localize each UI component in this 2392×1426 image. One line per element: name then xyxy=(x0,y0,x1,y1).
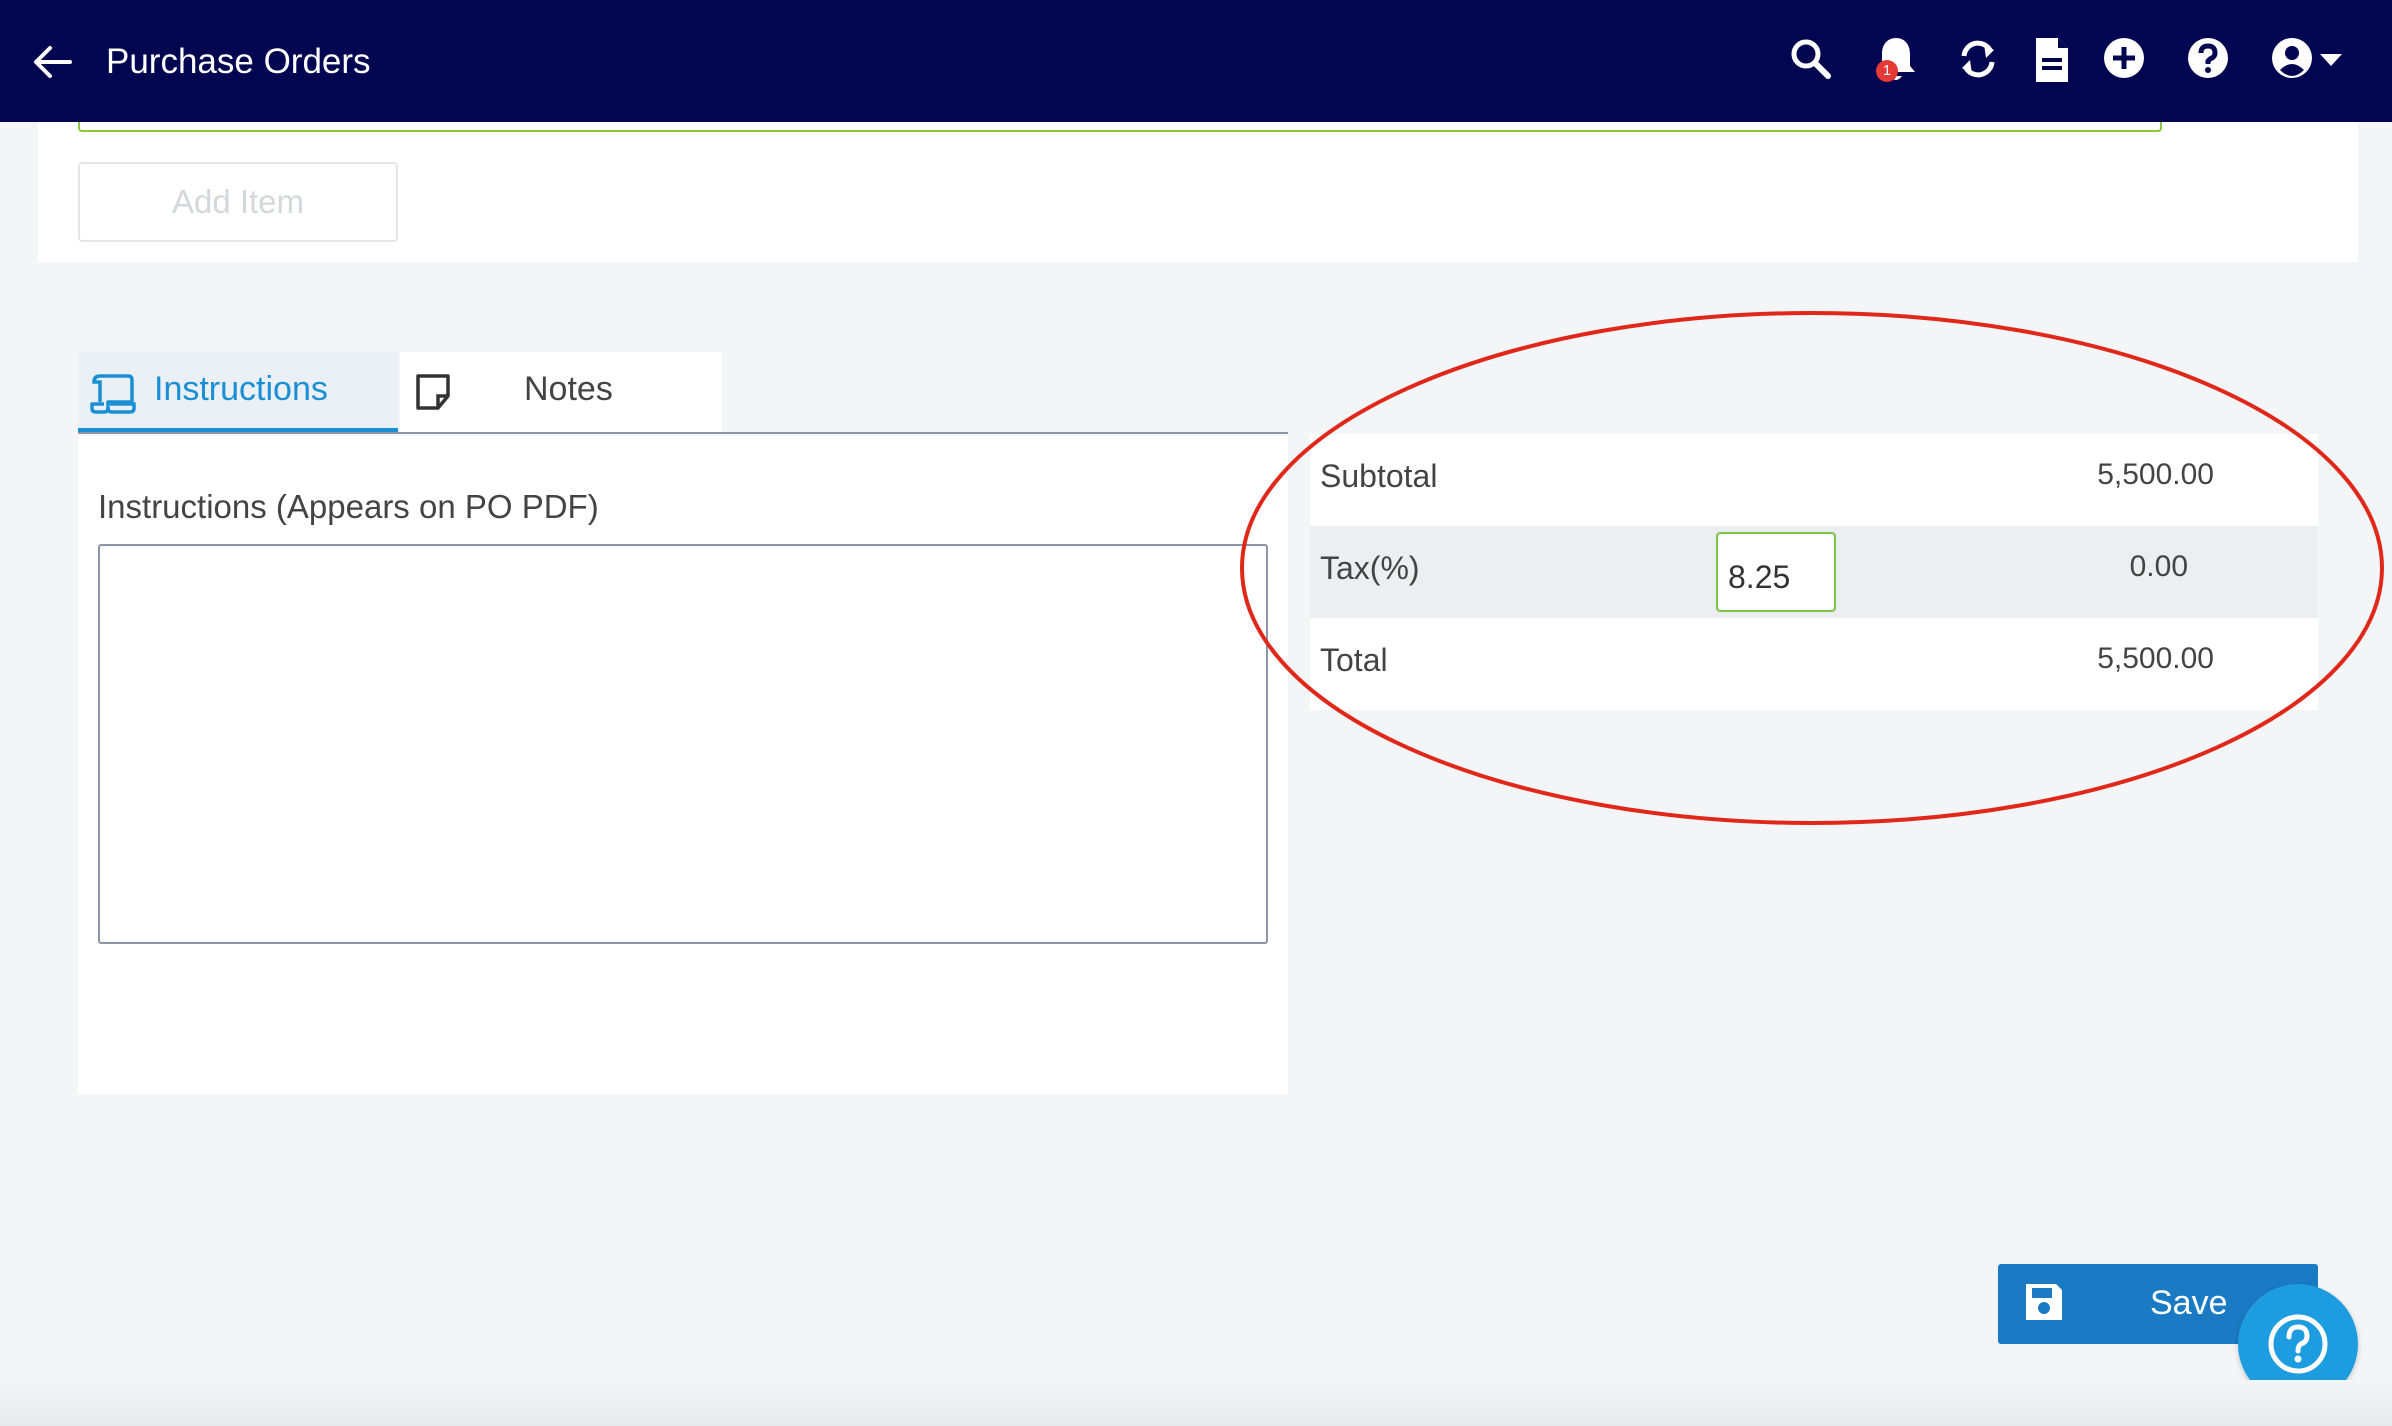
tab-notes-label: Notes xyxy=(524,370,613,408)
tax-label: Tax(%) xyxy=(1320,550,1420,586)
total-value: 5,500.00 xyxy=(2097,642,2214,675)
sticky-note-icon xyxy=(416,374,450,410)
total-label: Total xyxy=(1320,642,1388,678)
notification-badge: 1 xyxy=(1876,60,1898,82)
document-icon[interactable] xyxy=(2028,34,2076,86)
tax-value: 0.00 xyxy=(2129,550,2188,583)
question-mark-icon xyxy=(2268,1314,2328,1374)
floppy-disk-icon xyxy=(2026,1284,2062,1320)
tab-instructions-label: Instructions xyxy=(154,370,328,408)
tax-rate-input[interactable] xyxy=(1716,532,1836,612)
instructions-field-label: Instructions (Appears on PO PDF) xyxy=(98,488,599,525)
total-row: Total 5,500.00 xyxy=(1310,618,2318,710)
top-app-bar: Purchase Orders 1 xyxy=(0,0,2392,122)
page-bottom-edge xyxy=(0,1380,2392,1426)
totals-table: Subtotal 5,500.00 Tax(%) 0.00 Total 5,50… xyxy=(1310,434,2318,710)
add-item-button[interactable]: Add Item xyxy=(78,162,398,242)
help-circle-icon[interactable] xyxy=(2184,34,2232,86)
add-circle-icon[interactable] xyxy=(2100,34,2148,86)
scroll-icon xyxy=(90,374,136,414)
back-arrow-icon[interactable] xyxy=(30,40,74,84)
caret-down-icon[interactable] xyxy=(2316,34,2346,86)
user-account-icon[interactable] xyxy=(2268,34,2316,86)
page-title: Purchase Orders xyxy=(106,42,371,81)
subtotal-label: Subtotal xyxy=(1320,458,1438,494)
tab-instructions[interactable]: Instructions xyxy=(78,352,398,432)
search-icon[interactable] xyxy=(1786,34,1834,86)
sync-icon[interactable] xyxy=(1954,34,2002,86)
tab-bar: Instructions Notes xyxy=(78,352,1288,434)
tab-notes[interactable]: Notes xyxy=(400,352,722,432)
save-label: Save xyxy=(2150,1284,2228,1322)
subtotal-value: 5,500.00 xyxy=(2097,458,2214,491)
tax-row: Tax(%) 0.00 xyxy=(1310,526,2318,618)
instructions-panel: Instructions (Appears on PO PDF) xyxy=(78,436,1288,1094)
subtotal-row: Subtotal 5,500.00 xyxy=(1310,434,2318,526)
instructions-textarea[interactable] xyxy=(98,544,1268,944)
